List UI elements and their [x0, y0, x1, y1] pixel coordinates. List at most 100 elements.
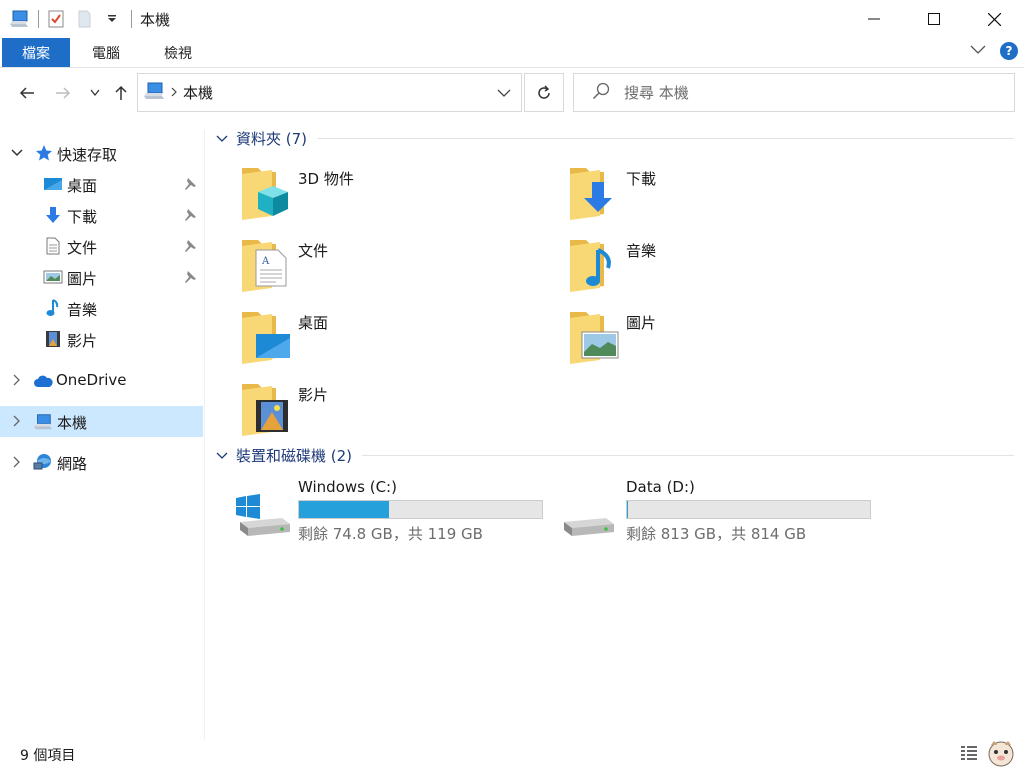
refresh-button[interactable] [524, 73, 564, 112]
sidebar-item-label: 本機 [57, 414, 88, 432]
sidebar-item-music[interactable]: 音樂 [0, 293, 203, 324]
drive-free-space: 剩餘 813 GB，共 814 GB [626, 525, 807, 543]
3d-objects-folder-icon [242, 168, 288, 220]
this-pc-icon [8, 8, 30, 30]
search-input[interactable] [624, 83, 984, 102]
folder-name: 圖片 [626, 314, 657, 332]
expand-chevron-icon[interactable] [10, 414, 24, 428]
navigation-pane: 快速存取 桌面 下載 文件 圖片 音樂 影片 OneDrive 本機 網路 [0, 130, 205, 740]
sidebar-item-label: 音樂 [67, 301, 98, 319]
tab-file[interactable]: 檔案 [2, 38, 70, 67]
film-strip-icon [43, 329, 63, 349]
minimize-button[interactable] [844, 0, 904, 38]
tab-computer[interactable]: 電腦 [70, 38, 142, 67]
details-view-icon[interactable] [960, 744, 978, 766]
sidebar-item-onedrive[interactable]: OneDrive [0, 365, 203, 396]
sidebar-item-documents[interactable]: 文件 [0, 231, 203, 262]
sidebar-item-this-pc[interactable]: 本機 [0, 406, 203, 437]
drive-usage-bar [626, 500, 871, 519]
windows-drive-icon [236, 494, 290, 536]
mascot-watermark-icon [984, 739, 1018, 769]
quick-access-toolbar: 本機 [0, 0, 170, 38]
sidebar-item-downloads[interactable]: 下載 [0, 200, 203, 231]
music-note-icon [43, 298, 63, 318]
star-icon [34, 143, 54, 163]
search-icon [592, 82, 610, 104]
collapse-chevron-icon[interactable] [10, 146, 24, 160]
sidebar-item-label: 下載 [67, 208, 98, 226]
data-drive-icon [564, 518, 614, 536]
collapse-chevron-icon[interactable] [216, 446, 228, 464]
expand-chevron-icon[interactable] [10, 455, 24, 469]
expand-ribbon-chevron-icon[interactable] [970, 43, 986, 59]
group-divider [362, 454, 1014, 456]
pin-icon [183, 177, 197, 195]
music-folder-icon [570, 240, 611, 292]
sidebar-item-desktop[interactable]: 桌面 [0, 169, 203, 200]
maximize-button[interactable] [904, 0, 964, 38]
expand-chevron-icon[interactable] [10, 373, 24, 387]
drive-name: Windows (C:) [298, 478, 397, 496]
folder-name: 文件 [298, 242, 329, 260]
collapse-chevron-icon[interactable] [216, 129, 228, 147]
address-history-dropdown-icon[interactable] [497, 86, 511, 102]
group-header-devices[interactable]: 裝置和磁碟機 (2) [216, 444, 1014, 466]
folder-item[interactable]: 下載 [568, 162, 868, 228]
folder-item[interactable]: 桌面 [240, 306, 540, 372]
sidebar-item-pictures[interactable]: 圖片 [0, 262, 203, 293]
folder-item[interactable]: 3D 物件 [240, 162, 540, 228]
file-list-pane: 資料夾 (7) 3D 物件 下載 A 文件 音樂 桌面 圖片 影片 裝置和磁碟機… [206, 114, 1024, 740]
close-button[interactable] [964, 0, 1024, 38]
sidebar-item-label: 圖片 [67, 270, 98, 288]
pictures-folder-icon [570, 312, 619, 364]
address-bar[interactable]: 本機 [137, 73, 522, 112]
close-icon [987, 12, 1001, 26]
sidebar-item-videos[interactable]: 影片 [0, 324, 203, 355]
maximize-icon [928, 13, 940, 25]
tab-view[interactable]: 檢視 [142, 38, 214, 67]
chevron-down-icon [90, 89, 100, 97]
drive-usage-fill [299, 501, 389, 518]
new-folder-icon[interactable] [73, 8, 95, 30]
up-button[interactable] [110, 80, 132, 106]
back-arrow-icon [19, 87, 34, 99]
item-count: 9 個項目 [20, 747, 76, 764]
pin-icon [183, 270, 197, 288]
folder-item[interactable]: 圖片 [568, 306, 868, 372]
recent-locations-button[interactable] [84, 80, 106, 106]
sidebar-item-network[interactable]: 網路 [0, 447, 203, 478]
title-bar: 本機 [0, 0, 1024, 38]
downloads-folder-icon [570, 168, 612, 220]
search-box[interactable] [573, 73, 1015, 112]
folder-item[interactable]: 音樂 [568, 234, 868, 300]
folder-item[interactable]: 影片 [240, 378, 540, 444]
back-button[interactable] [16, 80, 38, 106]
forward-button[interactable] [52, 80, 74, 106]
group-title: 裝置和磁碟機 (2) [236, 446, 353, 465]
properties-icon[interactable] [45, 8, 67, 30]
breadcrumb-separator-icon[interactable] [171, 86, 177, 100]
sidebar-item-label: 快速存取 [57, 146, 118, 164]
network-icon [33, 452, 53, 472]
drive-item-c[interactable]: Windows (C:) 剩餘 74.8 GB，共 119 GB [234, 476, 554, 546]
drive-item-d[interactable]: Data (D:) 剩餘 813 GB，共 814 GB [562, 476, 882, 546]
folder-name: 下載 [626, 170, 657, 188]
videos-folder-icon [242, 384, 288, 436]
group-header-folders[interactable]: 資料夾 (7) [216, 127, 1014, 149]
group-divider [317, 137, 1014, 139]
help-button[interactable]: ? [1000, 42, 1018, 60]
view-toggles [960, 740, 1018, 769]
download-arrow-icon [43, 205, 63, 225]
customize-toolbar-dropdown-icon[interactable] [101, 8, 123, 30]
this-pc-icon [33, 412, 53, 432]
breadcrumb-this-pc[interactable]: 本機 [183, 82, 213, 103]
folder-name: 桌面 [298, 314, 329, 332]
window-controls [844, 0, 1024, 38]
sidebar-item-quick-access[interactable]: 快速存取 [0, 138, 203, 169]
sidebar-item-label: 桌面 [67, 177, 98, 195]
folder-item[interactable]: A 文件 [240, 234, 540, 300]
drive-usage-bar [298, 500, 543, 519]
refresh-icon [538, 84, 550, 99]
group-title: 資料夾 (7) [236, 129, 308, 148]
sidebar-item-label: 影片 [67, 332, 98, 350]
